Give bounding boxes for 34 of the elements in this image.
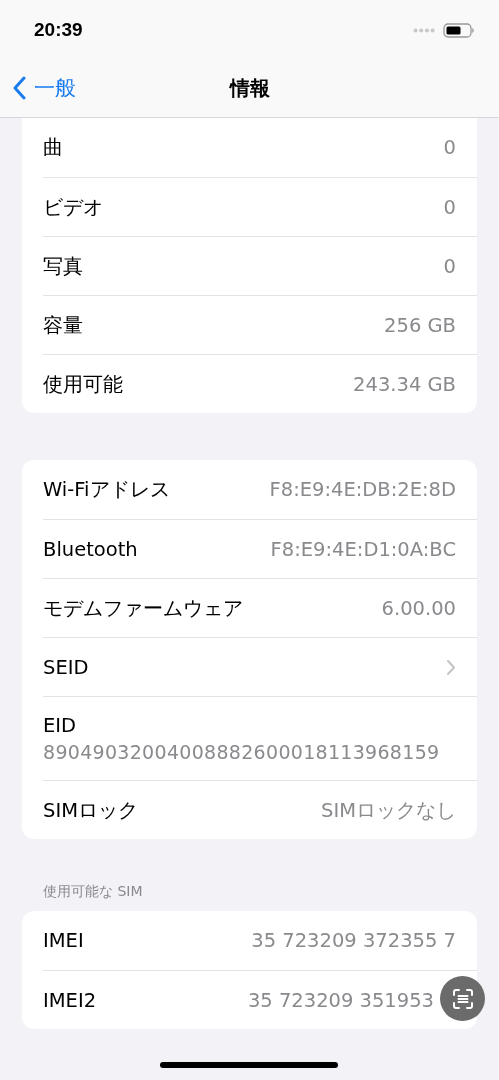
row-value: 243.34 GB <box>353 372 456 396</box>
row-label: モデムファームウェア <box>43 595 243 622</box>
row-value: 6.00.00 <box>381 596 456 620</box>
row-label: Wi-Fiアドレス <box>43 477 170 503</box>
row-value: 256 GB <box>384 313 456 337</box>
battery-icon <box>443 22 475 38</box>
chevron-left-icon <box>12 76 26 100</box>
row-label: ビデオ <box>43 194 103 221</box>
row-label: 使用可能 <box>43 371 123 398</box>
row-label: IMEI <box>43 929 84 952</box>
row-value: 35 723209 351953 <box>247 988 434 1012</box>
chevron-right-icon <box>446 658 456 676</box>
signal-icon <box>413 27 435 33</box>
row-label: EID <box>43 714 77 737</box>
status-time: 20:39 <box>34 19 83 41</box>
row-value: F8:E9:4E:D1:0A:BC <box>270 537 456 561</box>
scan-text-icon <box>450 986 475 1011</box>
row-label: Bluetooth <box>43 537 138 561</box>
row-value: SIMロックなし <box>321 797 456 824</box>
row-label: IMEI2 <box>43 988 97 1012</box>
row-value: 89049032004008882600018113968159 <box>43 741 440 763</box>
back-button[interactable]: 一般 <box>12 74 76 102</box>
row-label: 容量 <box>43 312 83 339</box>
row-value: 35 723209 372355 7 <box>251 929 456 952</box>
row-label: SIMロック <box>43 797 138 824</box>
section-header: 使用可能な SIM <box>42 883 144 901</box>
row-label: 写真 <box>43 253 83 280</box>
row-value: F8:E9:4E:DB:2E:8D <box>269 478 456 501</box>
row-value: 0 <box>443 195 456 219</box>
row-value: 0 <box>443 136 456 159</box>
settings-row[interactable]: SEID <box>43 637 477 696</box>
row-value: 0 <box>443 254 456 278</box>
row-label: 曲 <box>43 135 63 161</box>
nav-title: 情報 <box>229 75 270 102</box>
